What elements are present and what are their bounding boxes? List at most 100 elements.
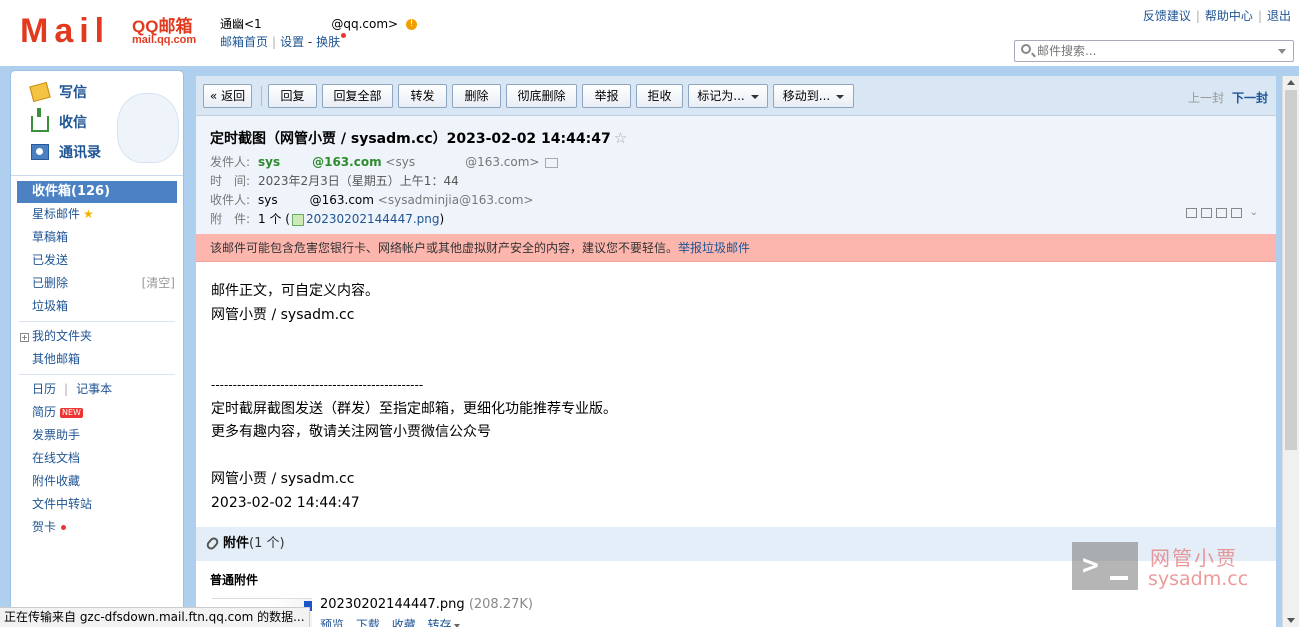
from-name-b[interactable]: @163.com: [312, 155, 381, 169]
folder-drafts[interactable]: 草稿箱: [11, 226, 183, 249]
folder-starred-label: 星标邮件: [32, 207, 81, 221]
inbox-check-button[interactable]: 收信: [31, 108, 87, 133]
warning-icon[interactable]: !: [405, 19, 417, 30]
logout-link[interactable]: 退出: [1267, 9, 1291, 23]
paperclip-icon: [204, 535, 221, 552]
header-tool-icons: ⌄: [1185, 208, 1258, 218]
docs-link[interactable]: 在线文档: [11, 447, 183, 470]
to-name-b[interactable]: @163.com: [310, 193, 374, 207]
reply-all-button[interactable]: 回复全部: [322, 84, 393, 108]
attachment-item: 20230202144447.png (208.27K): [320, 597, 533, 612]
attachments-title: 附件: [223, 536, 250, 551]
save-to-label: 转存: [427, 618, 452, 627]
body-line: [211, 445, 617, 469]
scroll-thumb[interactable]: [1285, 90, 1297, 450]
search-dropdown-icon[interactable]: [1278, 49, 1286, 54]
time-row: 时 间: 2023年2月3日（星期五）上午1：44: [210, 172, 459, 189]
resume-link[interactable]: 简历 NEW: [11, 401, 183, 424]
help-link[interactable]: 帮助中心: [1205, 9, 1253, 23]
chevron-down-icon: [836, 94, 845, 99]
star-toggle-icon[interactable]: ☆: [614, 129, 627, 147]
download-icon[interactable]: [1215, 208, 1227, 218]
red-dot-icon: [61, 525, 67, 530]
mail-pager: 上一封 下一封: [1188, 89, 1268, 106]
sep: |: [64, 382, 69, 396]
scroll-up-icon[interactable]: [1287, 80, 1295, 85]
folder-starred[interactable]: 星标邮件 ★: [11, 203, 183, 226]
account-name: 通幽<1: [220, 17, 262, 31]
qq-mail-logo[interactable]: Mail QQ邮箱 mail.qq.com: [20, 8, 210, 52]
mailbox-home-link[interactable]: 邮箱首页: [220, 35, 268, 49]
attachment-row: 附 件: 1 个 (20230202144447.png): [210, 210, 444, 227]
collect-link[interactable]: 收藏: [392, 618, 416, 627]
watermark-en: sysadm.cc: [1148, 568, 1249, 590]
from-addr-b: @163.com>: [465, 155, 540, 169]
forward-button[interactable]: 转发: [398, 84, 447, 108]
vertical-scrollbar[interactable]: [1282, 76, 1299, 627]
cards-link[interactable]: 贺卡: [11, 516, 183, 539]
folder-inbox[interactable]: 收件箱(126): [17, 181, 177, 203]
mail-search-box[interactable]: [1014, 40, 1294, 62]
expand-icon[interactable]: +: [20, 333, 29, 342]
from-row: 发件人: sys @163.com <sys @163.com>: [210, 153, 559, 170]
next-mail-link[interactable]: 下一封: [1232, 91, 1268, 105]
folder-other-mail[interactable]: 其他邮箱: [11, 348, 183, 371]
prev-mail-link[interactable]: 上一封: [1188, 91, 1224, 105]
search-icon: [1021, 44, 1031, 54]
terminal-logo-icon: [1072, 542, 1138, 590]
penguin-decoration: [117, 93, 179, 163]
preview-link[interactable]: 预览: [320, 618, 344, 627]
time-value: 2023年2月3日（星期五）上午1：44: [258, 174, 459, 188]
file-transfer-link[interactable]: 文件中转站: [11, 493, 183, 516]
watermark-cn: 网管小贾: [1150, 546, 1238, 570]
search-input[interactable]: [1037, 43, 1277, 59]
download-link[interactable]: 下载: [356, 618, 380, 627]
compose-button[interactable]: 写信: [29, 81, 87, 103]
print-icon[interactable]: [1230, 208, 1242, 218]
folder-deleted-label: 已删除: [32, 276, 69, 290]
scroll-down-icon[interactable]: [1287, 618, 1295, 623]
back-button[interactable]: « 返回: [203, 84, 252, 108]
compose-label: 写信: [59, 85, 87, 101]
clear-trash-link[interactable]: [清空]: [142, 272, 175, 295]
report-spam-link[interactable]: 举报垃圾邮件: [678, 241, 750, 255]
body-line: 定时截屏截图发送（群发）至指定邮箱，更细化功能推荐专业版。: [211, 400, 617, 417]
reply-button[interactable]: 回复: [268, 84, 317, 108]
save-to-link[interactable]: 转存: [428, 618, 460, 627]
new-window-icon[interactable]: [1185, 208, 1197, 218]
move-to-dropdown[interactable]: 移动到...: [773, 84, 854, 108]
top-right-links: 反馈建议 | 帮助中心 | 退出: [1142, 9, 1291, 23]
invoice-link[interactable]: 发票助手: [11, 424, 183, 447]
from-addr-a: <sys: [385, 155, 416, 169]
attachment-size: (208.27K): [468, 597, 533, 612]
skin-link[interactable]: 换肤: [316, 35, 340, 49]
subject-text: 定时截图（网管小贾 / sysadm.cc）2023-02-02 14:44:4…: [210, 131, 611, 147]
calendar-link[interactable]: 日历: [32, 382, 56, 396]
folder-sent[interactable]: 已发送: [11, 249, 183, 272]
folder-deleted[interactable]: 已删除 [清空]: [11, 272, 183, 295]
attachment-actions: 预览 下载 收藏 转存: [320, 616, 460, 627]
note-icon[interactable]: [1200, 208, 1212, 218]
contact-card-icon[interactable]: [545, 157, 559, 168]
attachment-link[interactable]: 20230202144447.png: [306, 212, 440, 226]
delete-button[interactable]: 删除: [452, 84, 501, 108]
chevron-down-icon[interactable]: ⌄: [1250, 208, 1258, 218]
calendar-notes-row: 日历 | 记事本: [11, 378, 183, 401]
body-line: ----------------------------------------…: [211, 378, 424, 392]
image-file-icon: [291, 213, 304, 226]
attachment-collect-link[interactable]: 附件收藏: [11, 470, 183, 493]
settings-link[interactable]: 设置: [280, 35, 304, 49]
folder-my-folders[interactable]: + 我的文件夹: [11, 325, 183, 348]
delete-permanently-button[interactable]: 彻底删除: [506, 84, 577, 108]
to-name-a[interactable]: sys: [258, 193, 278, 207]
mark-as-dropdown[interactable]: 标记为...: [688, 84, 768, 108]
notes-link[interactable]: 记事本: [76, 382, 112, 396]
reject-button[interactable]: 拒收: [636, 84, 683, 108]
from-name-a[interactable]: sys: [258, 155, 280, 169]
report-button[interactable]: 举报: [582, 84, 631, 108]
resume-label: 简历: [32, 405, 57, 419]
top-header: Mail QQ邮箱 mail.qq.com 通幽<1 @qq.com> ! 邮箱…: [0, 0, 1299, 68]
contacts-button[interactable]: 通讯录: [31, 141, 101, 163]
folder-spam[interactable]: 垃圾箱: [11, 295, 183, 318]
feedback-link[interactable]: 反馈建议: [1143, 9, 1191, 23]
